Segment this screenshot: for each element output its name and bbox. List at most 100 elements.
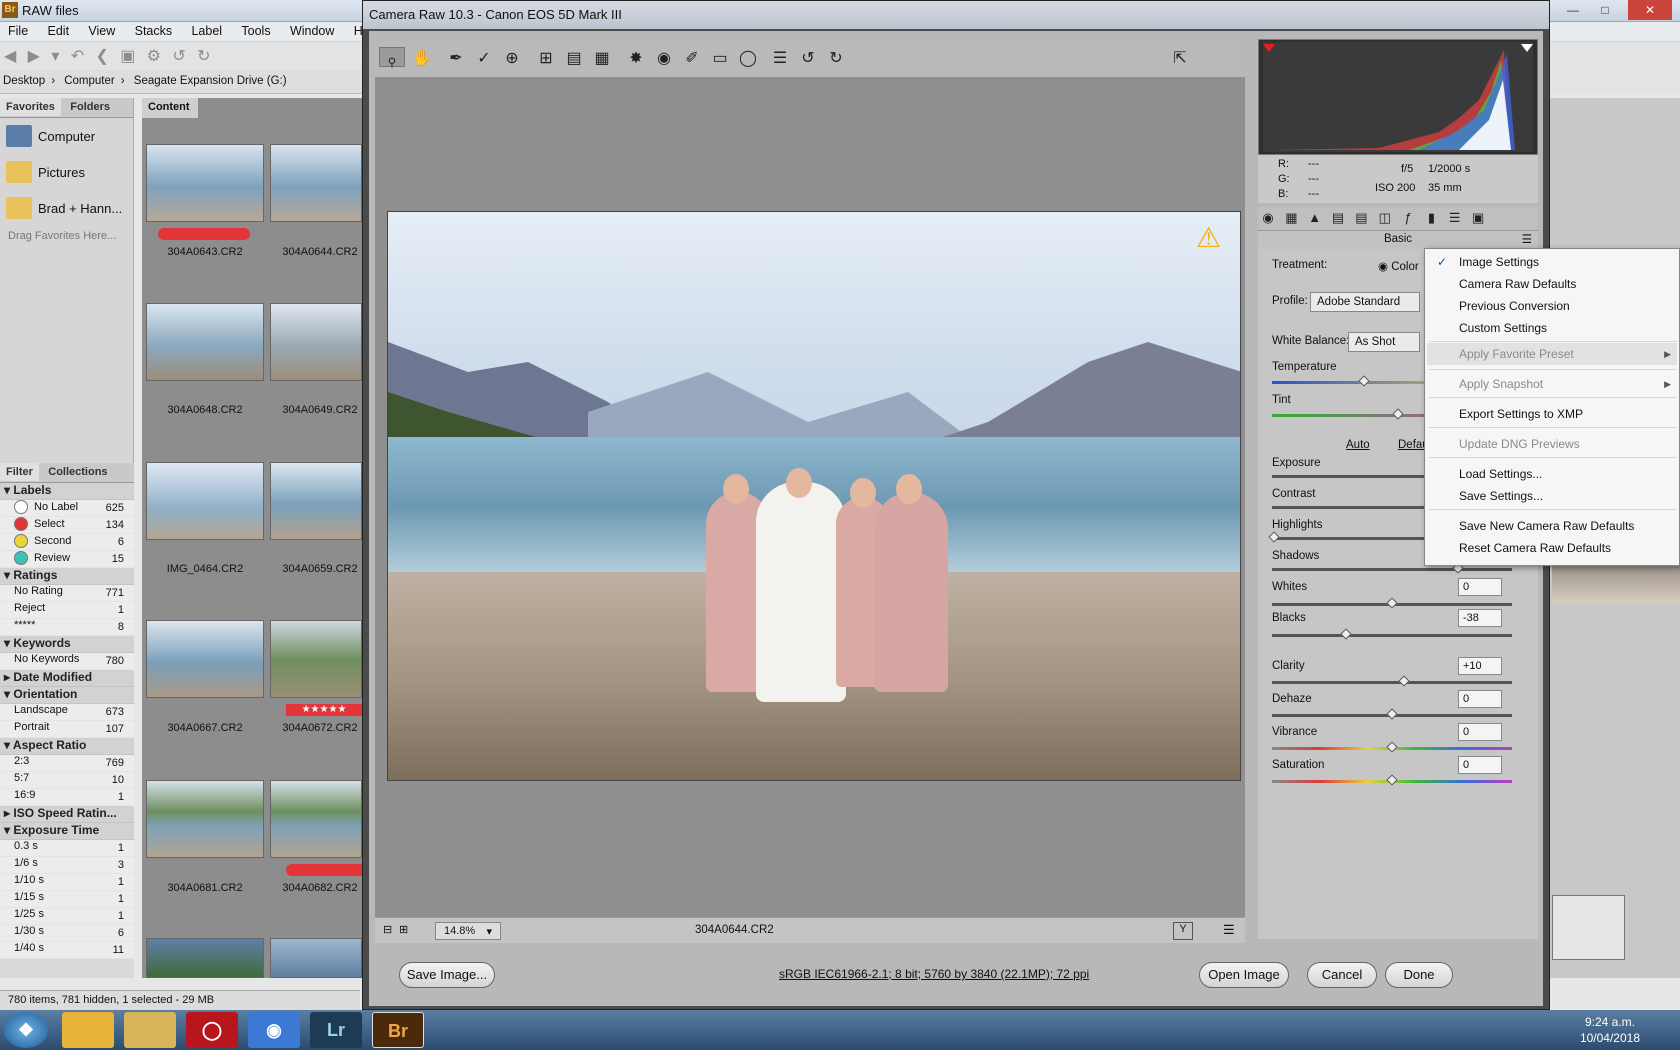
- filter-row[interactable]: No Rating 771: [0, 585, 134, 602]
- effects-tab-icon[interactable]: ƒ: [1398, 210, 1418, 225]
- lightroom-icon[interactable]: Lr: [310, 1012, 362, 1048]
- open-image-button[interactable]: Open Image: [1199, 962, 1289, 988]
- menu-label[interactable]: Label: [183, 22, 230, 40]
- start-button-icon[interactable]: ❖: [4, 1012, 48, 1048]
- filter-ratings-header[interactable]: ▾ Ratings: [0, 568, 134, 585]
- tab-collections[interactable]: Collections: [42, 463, 113, 481]
- thumbnail[interactable]: [146, 938, 264, 978]
- filter-aspect-header[interactable]: ▾ Aspect Ratio: [0, 738, 134, 755]
- thumbnail[interactable]: [270, 462, 362, 540]
- menu-view[interactable]: View: [80, 22, 123, 40]
- slider-thumb[interactable]: [1386, 741, 1398, 753]
- boomerang-icon[interactable]: ❮: [95, 46, 108, 66]
- graduated-filter-icon[interactable]: ▭: [707, 47, 733, 71]
- presets-tab-icon[interactable]: ☰: [1445, 210, 1465, 226]
- detail-tab-icon[interactable]: ▲: [1305, 210, 1325, 225]
- system-clock[interactable]: 9:24 a.m. 10/04/2018: [1580, 1014, 1640, 1046]
- favorite-pictures[interactable]: Pictures: [0, 154, 133, 190]
- filter-row[interactable]: 1/25 s1: [0, 908, 134, 925]
- treatment-color-radio[interactable]: ◉ Color: [1378, 259, 1419, 273]
- menu-previous-conversion[interactable]: Previous Conversion: [1459, 299, 1570, 313]
- crop-tool-icon[interactable]: ⊞: [533, 47, 559, 71]
- filter-exposure-header[interactable]: ▾ Exposure Time: [0, 823, 134, 840]
- color-sampler-icon[interactable]: ✓: [471, 47, 497, 71]
- filter-row[interactable]: 0.3 s1: [0, 840, 134, 857]
- minimize-button[interactable]: —: [1558, 0, 1588, 20]
- menu-reset-defaults[interactable]: Reset Camera Raw Defaults: [1459, 541, 1611, 555]
- filter-row[interactable]: 16:9 1: [0, 789, 134, 806]
- folder-app-icon[interactable]: [124, 1012, 176, 1048]
- basic-tab-icon[interactable]: ◉: [1258, 210, 1278, 226]
- slider-thumb[interactable]: [1398, 675, 1410, 687]
- forward-arrow-icon[interactable]: ▶: [28, 46, 40, 66]
- vibrance-value[interactable]: 0: [1458, 723, 1502, 741]
- radial-filter-icon[interactable]: ◯: [735, 47, 761, 71]
- return-icon[interactable]: ↶: [71, 46, 84, 66]
- slider-thumb[interactable]: [1386, 708, 1398, 720]
- clarity-slider[interactable]: [1272, 681, 1512, 684]
- menu-camera-raw-defaults[interactable]: Camera Raw Defaults: [1459, 277, 1576, 291]
- favorite-brad-hann[interactable]: Brad + Hann...: [0, 190, 133, 226]
- menu-update-dng-previews[interactable]: Update DNG Previews: [1459, 437, 1580, 451]
- filter-row[interactable]: 1/40 s 11: [0, 942, 134, 959]
- file-explorer-icon[interactable]: [62, 1012, 114, 1048]
- filter-labels-header[interactable]: ▾ Labels: [0, 483, 134, 500]
- filter-row[interactable]: 1/10 s1: [0, 874, 134, 891]
- warning-icon[interactable]: ⚠: [1196, 224, 1226, 252]
- menu-stacks[interactable]: Stacks: [127, 22, 181, 40]
- fullscreen-icon[interactable]: ⇱: [1167, 47, 1193, 71]
- filter-row[interactable]: 1/30 s6: [0, 925, 134, 942]
- slider-thumb[interactable]: [1340, 628, 1352, 640]
- clarity-value[interactable]: +10: [1458, 657, 1502, 675]
- filter-row[interactable]: No Keywords 780: [0, 653, 134, 670]
- filter-row[interactable]: Second 6: [0, 534, 134, 551]
- menu-save-settings[interactable]: Save Settings...: [1459, 489, 1543, 503]
- thumbnail[interactable]: [146, 303, 264, 381]
- lens-tab-icon[interactable]: ◫: [1375, 210, 1395, 226]
- menu-load-settings[interactable]: Load Settings...: [1459, 467, 1542, 481]
- filter-date-header[interactable]: ▸ Date Modified: [0, 670, 134, 687]
- thumbnail[interactable]: [270, 780, 362, 858]
- slider-thumb[interactable]: [1268, 531, 1280, 543]
- rotate-left-icon[interactable]: ↺: [795, 47, 821, 71]
- menu-custom-settings[interactable]: Custom Settings: [1459, 321, 1547, 335]
- tab-favorites[interactable]: Favorites: [0, 98, 61, 116]
- zoom-in-icon[interactable]: ⊞: [399, 923, 408, 936]
- rotate-left-icon[interactable]: ↺: [172, 46, 185, 66]
- filter-row[interactable]: Review 15: [0, 551, 134, 568]
- hsl-tab-icon[interactable]: ▤: [1328, 210, 1348, 226]
- favorite-computer[interactable]: Computer: [0, 118, 133, 154]
- chrome-icon[interactable]: ◉: [248, 1012, 300, 1048]
- filter-row[interactable]: Landscape 673: [0, 704, 134, 721]
- get-photos-icon[interactable]: ▣: [120, 46, 135, 66]
- save-image-button[interactable]: Save Image...: [399, 962, 495, 988]
- breadcrumb-desktop[interactable]: Desktop: [3, 75, 45, 87]
- blacks-value[interactable]: -38: [1458, 609, 1502, 627]
- thumbnail[interactable]: [146, 144, 264, 222]
- filter-keywords-header[interactable]: ▾ Keywords: [0, 636, 134, 653]
- thumbnail[interactable]: [146, 462, 264, 540]
- filter-row[interactable]: 2:3 769: [0, 755, 134, 772]
- menu-window[interactable]: Window: [282, 22, 342, 40]
- filter-row[interactable]: 5:7 10: [0, 772, 134, 789]
- cancel-button[interactable]: Cancel: [1307, 962, 1377, 988]
- calibration-tab-icon[interactable]: ▮: [1421, 210, 1441, 226]
- recent-dropdown-icon[interactable]: ▾: [51, 46, 59, 66]
- blacks-slider[interactable]: [1272, 634, 1512, 637]
- breadcrumb-computer[interactable]: Computer: [64, 75, 115, 87]
- tab-folders[interactable]: Folders: [64, 98, 116, 116]
- preview-settings-icon[interactable]: ☰: [1223, 922, 1235, 938]
- red-eye-icon[interactable]: ◉: [651, 47, 677, 71]
- shadows-slider[interactable]: [1272, 568, 1512, 571]
- thumbnail[interactable]: [146, 780, 264, 858]
- tab-filter[interactable]: Filter: [0, 463, 39, 481]
- dehaze-value[interactable]: 0: [1458, 690, 1502, 708]
- breadcrumb-drive[interactable]: Seagate Expansion Drive (G:): [134, 75, 287, 87]
- zoom-out-icon[interactable]: ⊟: [383, 923, 392, 936]
- rotate-right-icon[interactable]: ↻: [197, 46, 210, 66]
- photo-preview[interactable]: ⚠: [387, 211, 1241, 781]
- straighten-tool-icon[interactable]: ▤: [561, 47, 587, 71]
- filter-row[interactable]: Select 134: [0, 517, 134, 534]
- menu-image-settings[interactable]: Image Settings: [1459, 255, 1539, 269]
- menu-apply-snapshot[interactable]: Apply Snapshot: [1459, 377, 1543, 391]
